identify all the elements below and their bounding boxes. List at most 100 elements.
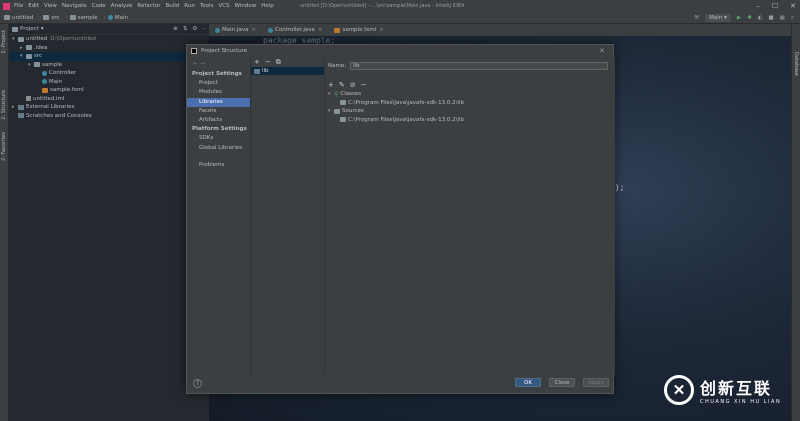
maximize-icon[interactable]: ☐ (772, 2, 778, 10)
classes-path-node[interactable]: C:\Program Files\Java\javafx-sdk-13.0.2\… (328, 99, 464, 108)
intellij-logo-icon (191, 48, 197, 54)
library-icon (18, 113, 24, 119)
nav-item-facets[interactable]: Facets (187, 107, 250, 116)
watermark-text: 创新互联 CHUANG XIN HU LIAN (700, 375, 781, 405)
close-icon[interactable]: × (379, 27, 384, 33)
menu-vcs[interactable]: VCS (218, 3, 229, 9)
close-icon[interactable]: ✕ (599, 47, 605, 55)
tree-item[interactable]: Main (9, 78, 209, 87)
close-icon[interactable]: × (318, 27, 323, 33)
hammer-icon[interactable]: ⚒ (694, 15, 699, 21)
folder-icon (340, 100, 346, 106)
chevron-down-icon[interactable]: ▾ (41, 26, 44, 32)
tree-item-label: Main (49, 78, 63, 85)
tree-item[interactable]: sample.fxml (9, 86, 209, 95)
menu-navigate[interactable]: Navigate (62, 3, 87, 9)
nav-item-libraries[interactable]: Libraries (187, 97, 250, 107)
menu-tools[interactable]: Tools (200, 3, 214, 9)
libraries-list-panel: + − ⧉ lib (251, 57, 325, 375)
menu-refactor[interactable]: Refactor (137, 3, 160, 9)
nav-item-project[interactable]: Project (187, 79, 250, 88)
debug-icon[interactable]: ✱ (747, 15, 752, 21)
collapse-icon[interactable]: ⇅ (183, 26, 188, 32)
copy-icon[interactable]: ⧉ (276, 58, 281, 67)
hide-icon[interactable]: – (202, 26, 205, 32)
folder-icon (43, 15, 50, 20)
folder-icon (26, 53, 32, 59)
tab-sample-fxml[interactable]: sample.fxml × (328, 24, 389, 36)
tab-structure[interactable]: 2: Structure (1, 90, 7, 120)
close-icon[interactable]: × (251, 27, 256, 33)
back-icon[interactable]: ← (193, 60, 198, 67)
fxml-icon (334, 27, 341, 33)
tree-item[interactable]: ▸ External Libraries (9, 103, 209, 112)
tree-item[interactable]: ▾ sample (9, 61, 209, 70)
library-icon (254, 68, 260, 74)
gear-icon[interactable]: ⚙ (192, 26, 197, 32)
run-icon[interactable]: ▶ (737, 15, 741, 21)
nav-item-global-libraries[interactable]: Global Libraries (187, 144, 250, 153)
forward-icon[interactable]: → (200, 60, 205, 67)
apply-button[interactable]: Apply (583, 378, 609, 387)
menu-file[interactable]: File (14, 3, 23, 9)
project-view-select[interactable]: Project (20, 26, 39, 32)
folder-icon (26, 45, 32, 51)
folder-icon (4, 15, 10, 20)
add-root-icon[interactable]: ✎ (339, 81, 345, 89)
menu-code[interactable]: Code (92, 3, 106, 9)
coverage-icon[interactable]: ◐ (758, 15, 763, 21)
menu-build[interactable]: Build (165, 3, 179, 9)
breadcrumb-project[interactable]: untitled (4, 15, 33, 21)
tab-controller-java[interactable]: Controller.java × (262, 24, 328, 36)
project-settings-heading: Project Settings (192, 71, 242, 77)
menu-edit[interactable]: Edit (28, 3, 39, 9)
exclude-icon[interactable]: ⊘ (350, 81, 356, 89)
tab-main-java[interactable]: Main.java × (209, 24, 262, 36)
menu-analyze[interactable]: Analyze (111, 3, 133, 9)
remove-icon[interactable]: − (361, 81, 367, 89)
classes-node[interactable]: ▾ ⚲ Classes (328, 90, 464, 99)
tab-project[interactable]: 1: Project (1, 30, 7, 54)
library-name-field[interactable]: lib (350, 62, 609, 70)
menu-view[interactable]: View (44, 3, 57, 9)
tree-item[interactable]: ▾ untitled D:\Open\untitled (9, 35, 209, 44)
tree-item[interactable]: untitled.iml (9, 95, 209, 104)
help-button[interactable]: ? (193, 378, 202, 388)
library-list-toolbar: + − ⧉ (251, 57, 324, 67)
nav-item-artifacts[interactable]: Artifacts (187, 116, 250, 125)
close-button[interactable]: Close (549, 378, 575, 387)
tab-favorites[interactable]: 2: Favorites (1, 132, 7, 161)
breadcrumb-src[interactable]: src (43, 15, 59, 21)
add-icon[interactable]: + (254, 58, 260, 66)
tree-item[interactable]: Scratches and Consoles (9, 112, 209, 121)
minimize-icon[interactable]: – (756, 2, 760, 10)
library-item[interactable]: lib (251, 67, 324, 75)
library-icon (18, 104, 24, 110)
sources-node[interactable]: ▾ Sources (328, 107, 464, 116)
folder-icon (69, 15, 76, 20)
name-label: Name: (328, 63, 347, 69)
menu-run[interactable]: Run (184, 3, 195, 9)
settings-nav: ← → Project Settings Project Modules Lib… (187, 57, 251, 375)
ok-button[interactable]: OK (515, 378, 541, 387)
search-icon[interactable]: ⌕ (791, 15, 794, 22)
run-config-select[interactable]: Main ▾ (705, 14, 731, 22)
stop-icon[interactable]: ■ (769, 15, 774, 21)
tree-item[interactable]: ▾ src (9, 52, 209, 61)
sources-path-node[interactable]: C:\Program Files\Java\javafx-sdk-13.0.2\… (328, 116, 464, 125)
remove-icon[interactable]: − (265, 58, 271, 66)
breadcrumb-main[interactable]: Main (107, 15, 128, 21)
add-icon[interactable]: + (328, 81, 334, 89)
nav-item-modules[interactable]: Modules (187, 88, 250, 97)
locate-icon[interactable]: ⊕ (173, 26, 178, 32)
nav-item-problems[interactable]: Problems (187, 161, 250, 170)
breadcrumb-sample[interactable]: sample (69, 15, 98, 21)
tree-item[interactable]: Controller (9, 69, 209, 78)
menu-help[interactable]: Help (261, 3, 274, 9)
tree-item[interactable]: ▸ .idea (9, 44, 209, 53)
project-structure-icon[interactable]: ▦ (780, 15, 785, 21)
menu-window[interactable]: Window (235, 3, 257, 9)
close-icon[interactable]: ✕ (790, 2, 796, 10)
nav-item-sdks[interactable]: SDKs (187, 134, 250, 143)
tab-database[interactable]: Database (793, 52, 799, 76)
